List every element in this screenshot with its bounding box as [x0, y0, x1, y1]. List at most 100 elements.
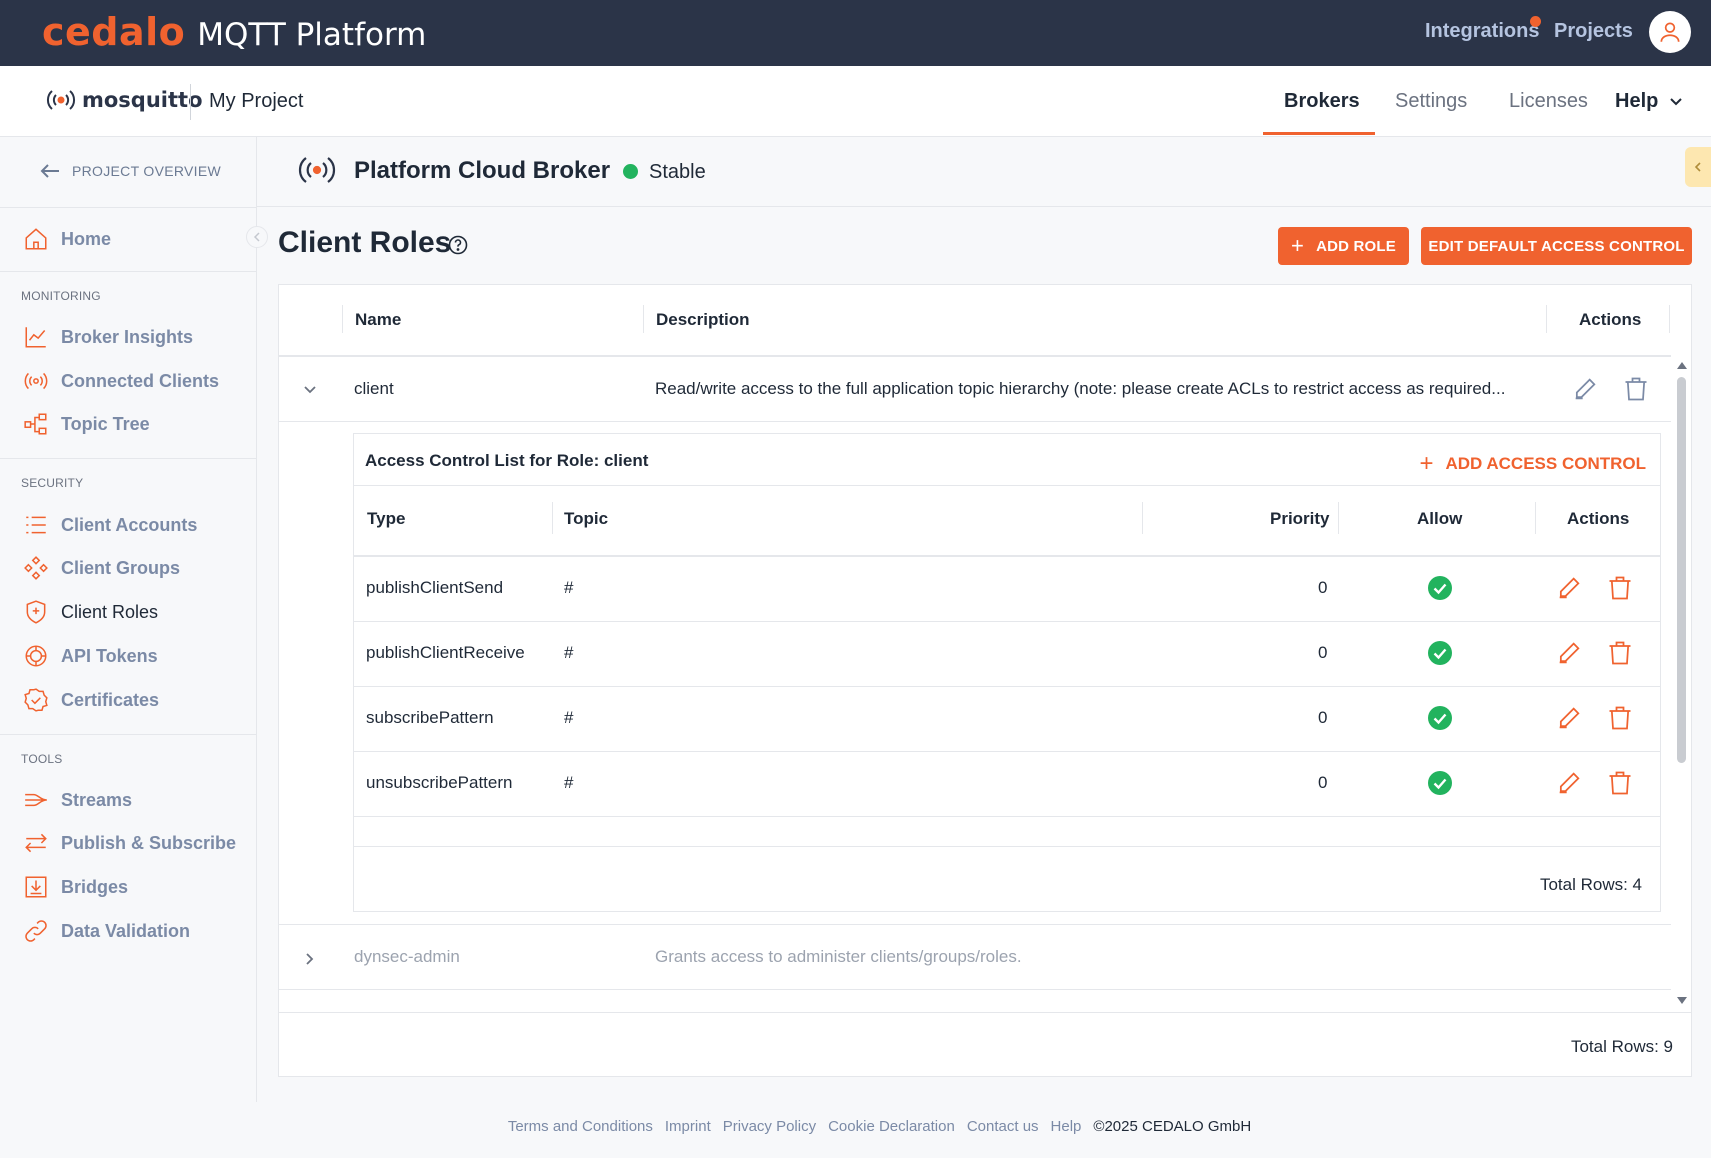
column-header-priority[interactable]: Priority: [1270, 509, 1330, 529]
sidebar-item-home[interactable]: Home: [22, 225, 111, 253]
tab-brokers[interactable]: Brokers: [1284, 90, 1360, 113]
project-name[interactable]: My Project: [209, 90, 303, 113]
row-divider: [354, 816, 1660, 817]
sidebar-item-topic-tree[interactable]: Topic Tree: [22, 410, 150, 438]
trash-icon[interactable]: [1606, 639, 1634, 667]
plus-icon: +: [1419, 450, 1434, 477]
edit-default-access-control-button[interactable]: EDIT DEFAULT ACCESS CONTROL: [1421, 227, 1692, 265]
user-icon: [1660, 22, 1680, 42]
footer-link-help[interactable]: Help: [1051, 1118, 1082, 1135]
collapse-sidebar-button[interactable]: [246, 226, 268, 248]
trash-icon[interactable]: [1606, 574, 1634, 602]
mosquitto-logo[interactable]: mosquitto: [44, 88, 203, 112]
chevron-down-icon[interactable]: [303, 385, 317, 395]
column-separator[interactable]: [1142, 502, 1143, 534]
sidebar-item-label: Streams: [61, 789, 133, 810]
sidebar-item-streams[interactable]: Streams: [22, 786, 132, 814]
broker-name[interactable]: Platform Cloud Broker: [354, 157, 610, 185]
footer-link-cookies[interactable]: Cookie Declaration: [828, 1118, 955, 1135]
acl-topic: #: [564, 643, 574, 662]
tab-settings[interactable]: Settings: [1395, 90, 1467, 113]
tab-help[interactable]: Help: [1615, 90, 1658, 113]
download-box-icon: [25, 876, 47, 898]
tab-licenses[interactable]: Licenses: [1509, 90, 1588, 113]
sidebar: PROJECT OVERVIEW Home MONITORING Broker …: [0, 137, 268, 1102]
acl-priority: 0: [1318, 708, 1328, 727]
column-header-type[interactable]: Type: [367, 509, 405, 529]
sidebar-item-certificates[interactable]: Certificates: [22, 686, 159, 714]
column-header-description[interactable]: Description: [656, 310, 750, 330]
sidebar-item-data-validation[interactable]: Data Validation: [22, 917, 190, 945]
role-name[interactable]: dynsec-admin: [354, 947, 460, 967]
user-avatar[interactable]: [1649, 11, 1691, 53]
column-separator: [1669, 305, 1670, 333]
sidebar-item-label: Broker Insights: [61, 326, 194, 347]
chevron-right-icon[interactable]: [305, 952, 315, 966]
column-header-name[interactable]: Name: [355, 310, 401, 330]
sidebar-item-api-tokens[interactable]: API Tokens: [22, 642, 158, 670]
footer-link-privacy[interactable]: Privacy Policy: [723, 1118, 816, 1135]
trash-icon[interactable]: [1606, 704, 1634, 732]
project-overview-link[interactable]: PROJECT OVERVIEW: [40, 163, 221, 179]
active-tab-indicator: [1263, 132, 1375, 135]
add-access-control-label: ADD ACCESS CONTROL: [1445, 454, 1646, 473]
row-divider: [354, 621, 1660, 622]
sidebar-item-bridges[interactable]: Bridges: [22, 873, 128, 901]
acl-title: Access Control List for Role: client: [365, 451, 649, 470]
product-name: MQTT Platform: [197, 17, 427, 53]
divider: [0, 207, 256, 208]
sidebar-item-label: Home: [61, 228, 112, 249]
edit-icon[interactable]: [1555, 639, 1583, 667]
help-circle-icon[interactable]: [448, 235, 468, 255]
trash-icon[interactable]: [1622, 375, 1650, 403]
column-separator[interactable]: [1546, 305, 1547, 333]
chevron-down-icon[interactable]: [1669, 97, 1683, 107]
sidebar-item-label: Publish & Subscribe: [61, 832, 237, 853]
sidebar-item-client-groups[interactable]: Client Groups: [22, 554, 180, 582]
scrollbar-thumb[interactable]: [1677, 377, 1686, 763]
trash-icon[interactable]: [1606, 769, 1634, 797]
edit-icon[interactable]: [1555, 574, 1583, 602]
roles-total-rows: Total Rows: 9: [1570, 1037, 1673, 1056]
footer-link-imprint[interactable]: Imprint: [665, 1118, 711, 1135]
edit-icon[interactable]: [1555, 704, 1583, 732]
expand-panel-tab[interactable]: [1685, 147, 1711, 187]
sidebar-item-client-accounts[interactable]: Client Accounts: [22, 511, 197, 539]
chart-line-icon: [25, 327, 46, 348]
shield-icon: [26, 600, 46, 624]
footer-link-contact[interactable]: Contact us: [967, 1118, 1039, 1135]
row-divider: [279, 924, 1671, 925]
column-separator[interactable]: [342, 305, 343, 333]
sidebar-item-publish-subscribe[interactable]: Publish & Subscribe: [22, 829, 236, 857]
brand-logo[interactable]: cedalo MQTT Platform: [42, 10, 426, 54]
edit-icon[interactable]: [1555, 769, 1583, 797]
column-separator[interactable]: [643, 305, 644, 333]
add-access-control-button[interactable]: + ADD ACCESS CONTROL: [1419, 450, 1646, 478]
divider: [190, 84, 191, 120]
sidebar-item-connected-clients[interactable]: Connected Clients: [22, 367, 219, 395]
project-bar: mosquitto My Project Brokers Settings Li…: [0, 66, 1711, 137]
role-description: Read/write access to the full applicatio…: [655, 379, 1506, 398]
add-role-button[interactable]: + ADD ROLE: [1278, 227, 1409, 265]
sidebar-item-label: API Tokens: [61, 645, 158, 666]
chevron-left-icon: [1694, 162, 1701, 172]
integrations-link[interactable]: Integrations: [1425, 20, 1539, 43]
column-separator[interactable]: [1535, 502, 1536, 534]
check-circle-icon: [1428, 706, 1452, 730]
footer-divider: [354, 846, 1660, 847]
arrow-left-icon: [40, 164, 59, 178]
column-separator[interactable]: [552, 502, 553, 534]
sidebar-item-label: Client Roles: [61, 601, 159, 622]
sidebar-item-label: Client Groups: [61, 557, 181, 578]
column-header-allow[interactable]: Allow: [1417, 509, 1462, 529]
role-name[interactable]: client: [354, 379, 394, 399]
sidebar-item-client-roles[interactable]: Client Roles: [22, 598, 158, 626]
sidebar-item-broker-insights[interactable]: Broker Insights: [22, 323, 193, 351]
column-header-topic[interactable]: Topic: [564, 509, 608, 529]
projects-link[interactable]: Projects: [1554, 20, 1633, 43]
column-separator[interactable]: [1338, 502, 1339, 534]
footer-link-terms[interactable]: Terms and Conditions: [508, 1118, 653, 1135]
scroll-down-arrow[interactable]: [1676, 996, 1688, 1006]
scroll-up-arrow[interactable]: [1676, 360, 1688, 370]
edit-icon[interactable]: [1571, 375, 1599, 403]
